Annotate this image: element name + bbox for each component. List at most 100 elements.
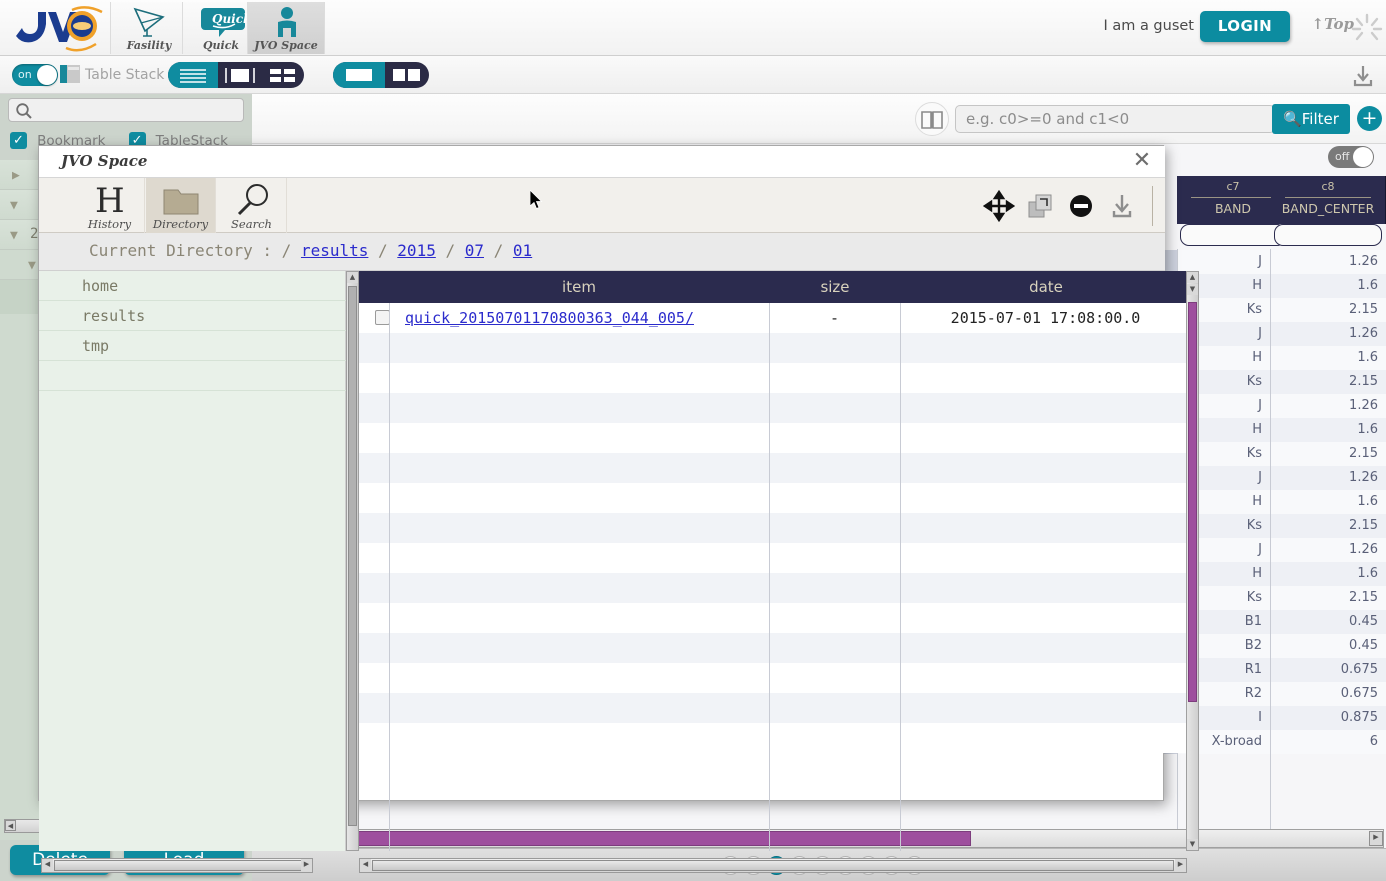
triangle-right-icon[interactable]: ▶ bbox=[12, 168, 20, 183]
file-table-hscrollbar[interactable]: ◀ ▶ bbox=[359, 858, 1187, 873]
dialog-tab-directory[interactable]: Directory bbox=[146, 178, 216, 233]
download-icon-dialog[interactable] bbox=[1106, 190, 1138, 222]
search-icon bbox=[15, 102, 33, 124]
filetable-scroll-down-arrow[interactable]: ▼ bbox=[1187, 839, 1198, 850]
cell-band-center: 1.26 bbox=[1270, 466, 1386, 490]
dialog-titlebar[interactable]: JVO Space ✕ bbox=[39, 146, 1165, 178]
table-filter-bar: e.g. c0>=0 and c1<0 🔍Filter + bbox=[252, 94, 1386, 144]
jvo-logo[interactable] bbox=[8, 2, 108, 54]
right-toggle-label: off bbox=[1335, 150, 1349, 163]
column-filter-c7[interactable] bbox=[1180, 224, 1286, 246]
filetable-scroll-thumb[interactable] bbox=[1188, 302, 1197, 702]
current-directory-bar: Current Directory : / results / 2015 / 0… bbox=[39, 233, 1165, 271]
toolbar-tab-facility[interactable]: Fasility bbox=[110, 2, 188, 54]
cell-band-center: 0.875 bbox=[1270, 706, 1386, 730]
filter-button[interactable]: 🔍Filter bbox=[1272, 104, 1350, 134]
scroll-left-arrow[interactable]: ◀ bbox=[5, 820, 16, 831]
table-stack-toggle[interactable]: on bbox=[12, 64, 58, 86]
download-icon[interactable] bbox=[1350, 64, 1376, 88]
toolbar-tab-jvo-space[interactable]: JVO Space bbox=[247, 2, 325, 54]
file-table-scrollbar[interactable]: ▲ ▼ ▼ bbox=[1186, 271, 1199, 851]
breadcrumb-07[interactable]: 07 bbox=[465, 241, 484, 260]
close-icon[interactable]: ✕ bbox=[1129, 149, 1155, 175]
dirlist-hscroll-left[interactable]: ◀ bbox=[42, 859, 53, 872]
dirlist-scroll-up-arrow[interactable]: ▲ bbox=[347, 272, 358, 283]
filter-button-label: Filter bbox=[1302, 110, 1339, 128]
cell-band-center: 1.6 bbox=[1270, 562, 1386, 586]
dialog-tabbar: H History Directory bbox=[39, 178, 1165, 233]
tab-label-jvo-space: JVO Space bbox=[248, 39, 324, 52]
dirlist-scroll-thumb[interactable] bbox=[348, 286, 357, 826]
file-row-item-link[interactable]: quick_20150701170800363_044_005/ bbox=[405, 303, 694, 333]
file-col-divider-0 bbox=[389, 303, 390, 851]
layout-one-pane-view[interactable] bbox=[333, 62, 385, 88]
breadcrumb-2015[interactable]: 2015 bbox=[397, 241, 436, 260]
file-table-header-date[interactable]: date bbox=[901, 271, 1191, 303]
layout-two-pane-view[interactable] bbox=[385, 62, 429, 88]
cell-band-center: 1.26 bbox=[1270, 394, 1386, 418]
dialog-title: JVO Space bbox=[61, 152, 147, 170]
directory-item-home[interactable]: home bbox=[39, 271, 346, 301]
filetable-hscroll-right[interactable]: ▶ bbox=[1175, 859, 1186, 872]
file-table-empty-row bbox=[359, 513, 1191, 543]
file-row-checkbox[interactable] bbox=[375, 310, 390, 325]
move-icon[interactable] bbox=[983, 190, 1015, 222]
layout-group-panes[interactable] bbox=[333, 62, 429, 88]
book-icon[interactable] bbox=[915, 102, 949, 136]
loading-spinner-icon bbox=[1348, 10, 1386, 48]
svg-text:Quick: Quick bbox=[212, 12, 251, 26]
breadcrumb-results[interactable]: results bbox=[301, 241, 368, 260]
filetable-scroll-up-arrow-2[interactable]: ▼ bbox=[1187, 284, 1198, 295]
search-icon-filter: 🔍 bbox=[1283, 110, 1302, 128]
cell-band-center: 1.6 bbox=[1270, 346, 1386, 370]
directory-list-hscrollbar[interactable]: ◀ ▶ bbox=[41, 858, 313, 873]
cell-band-center: 0.45 bbox=[1270, 634, 1386, 658]
dialog-tab-search[interactable]: Search bbox=[217, 178, 287, 233]
filetable-hscroll-left[interactable]: ◀ bbox=[360, 859, 371, 872]
directory-list-scrollbar[interactable]: ▲ bbox=[346, 271, 359, 851]
copy-icon[interactable] bbox=[1024, 190, 1056, 222]
dirlist-hscroll-thumb[interactable] bbox=[54, 860, 302, 871]
triangle-down-icon-3[interactable]: ▼ bbox=[28, 258, 36, 273]
file-table-empty-row bbox=[359, 423, 1191, 453]
directory-item-results[interactable]: results bbox=[39, 301, 346, 331]
file-table-empty-row bbox=[359, 543, 1191, 573]
breadcrumb-root: / bbox=[282, 241, 292, 260]
remove-icon[interactable] bbox=[1065, 190, 1097, 222]
filetable-hscroll-thumb[interactable] bbox=[372, 860, 1174, 871]
breadcrumb-01[interactable]: 01 bbox=[513, 241, 532, 260]
login-button[interactable]: LOGIN bbox=[1200, 11, 1290, 42]
file-table-row[interactable]: quick_20150701170800363_044_005/-2015-07… bbox=[359, 303, 1191, 333]
file-col-divider-1 bbox=[769, 303, 770, 851]
expression-filter-input[interactable]: e.g. c0>=0 and c1<0 bbox=[955, 105, 1275, 133]
hscroll-right-arrow[interactable]: ▶ bbox=[1369, 831, 1383, 846]
triangle-down-icon-2[interactable]: ▼ bbox=[10, 228, 18, 243]
column-header-c8[interactable]: c8 BAND_CENTER bbox=[1271, 176, 1386, 224]
current-directory-text: Current Directory : bbox=[89, 241, 272, 260]
sidebar-search-input[interactable] bbox=[8, 98, 244, 122]
dirlist-hscroll-right[interactable]: ▶ bbox=[301, 859, 312, 872]
file-table-header: item size date bbox=[359, 271, 1191, 303]
cell-band-center: 0.675 bbox=[1270, 682, 1386, 706]
triangle-down-icon[interactable]: ▼ bbox=[10, 198, 18, 213]
table-stack-label: Table Stack bbox=[85, 67, 164, 83]
directory-item-tmp[interactable]: tmp bbox=[39, 331, 346, 361]
column-filter-c8[interactable] bbox=[1274, 224, 1382, 246]
dialog-tab-history[interactable]: H History bbox=[75, 178, 145, 233]
layout-single-view[interactable] bbox=[218, 62, 262, 88]
file-table-header-size[interactable]: size bbox=[769, 271, 901, 303]
app-header: Fasility ▼ Quick Quick ▼ JVO S bbox=[0, 0, 1386, 56]
add-filter-button[interactable]: + bbox=[1357, 106, 1382, 131]
layout-group-rows[interactable] bbox=[168, 62, 304, 88]
file-table-empty-row bbox=[359, 603, 1191, 633]
right-panel-toggle[interactable]: off bbox=[1328, 146, 1374, 168]
checkbox-bookmark-box[interactable]: ✓ bbox=[10, 132, 27, 149]
layout-rows-view[interactable] bbox=[168, 62, 218, 88]
dialog-tab-search-label: Search bbox=[217, 217, 286, 231]
cell-band-center: 1.6 bbox=[1270, 274, 1386, 298]
file-table-header-item[interactable]: item bbox=[389, 271, 769, 303]
layout-grid-view[interactable] bbox=[262, 62, 304, 88]
filetable-scroll-up-arrow[interactable]: ▲ bbox=[1187, 272, 1198, 283]
file-row-size: - bbox=[769, 303, 900, 333]
column-underline-c7 bbox=[1191, 197, 1275, 198]
